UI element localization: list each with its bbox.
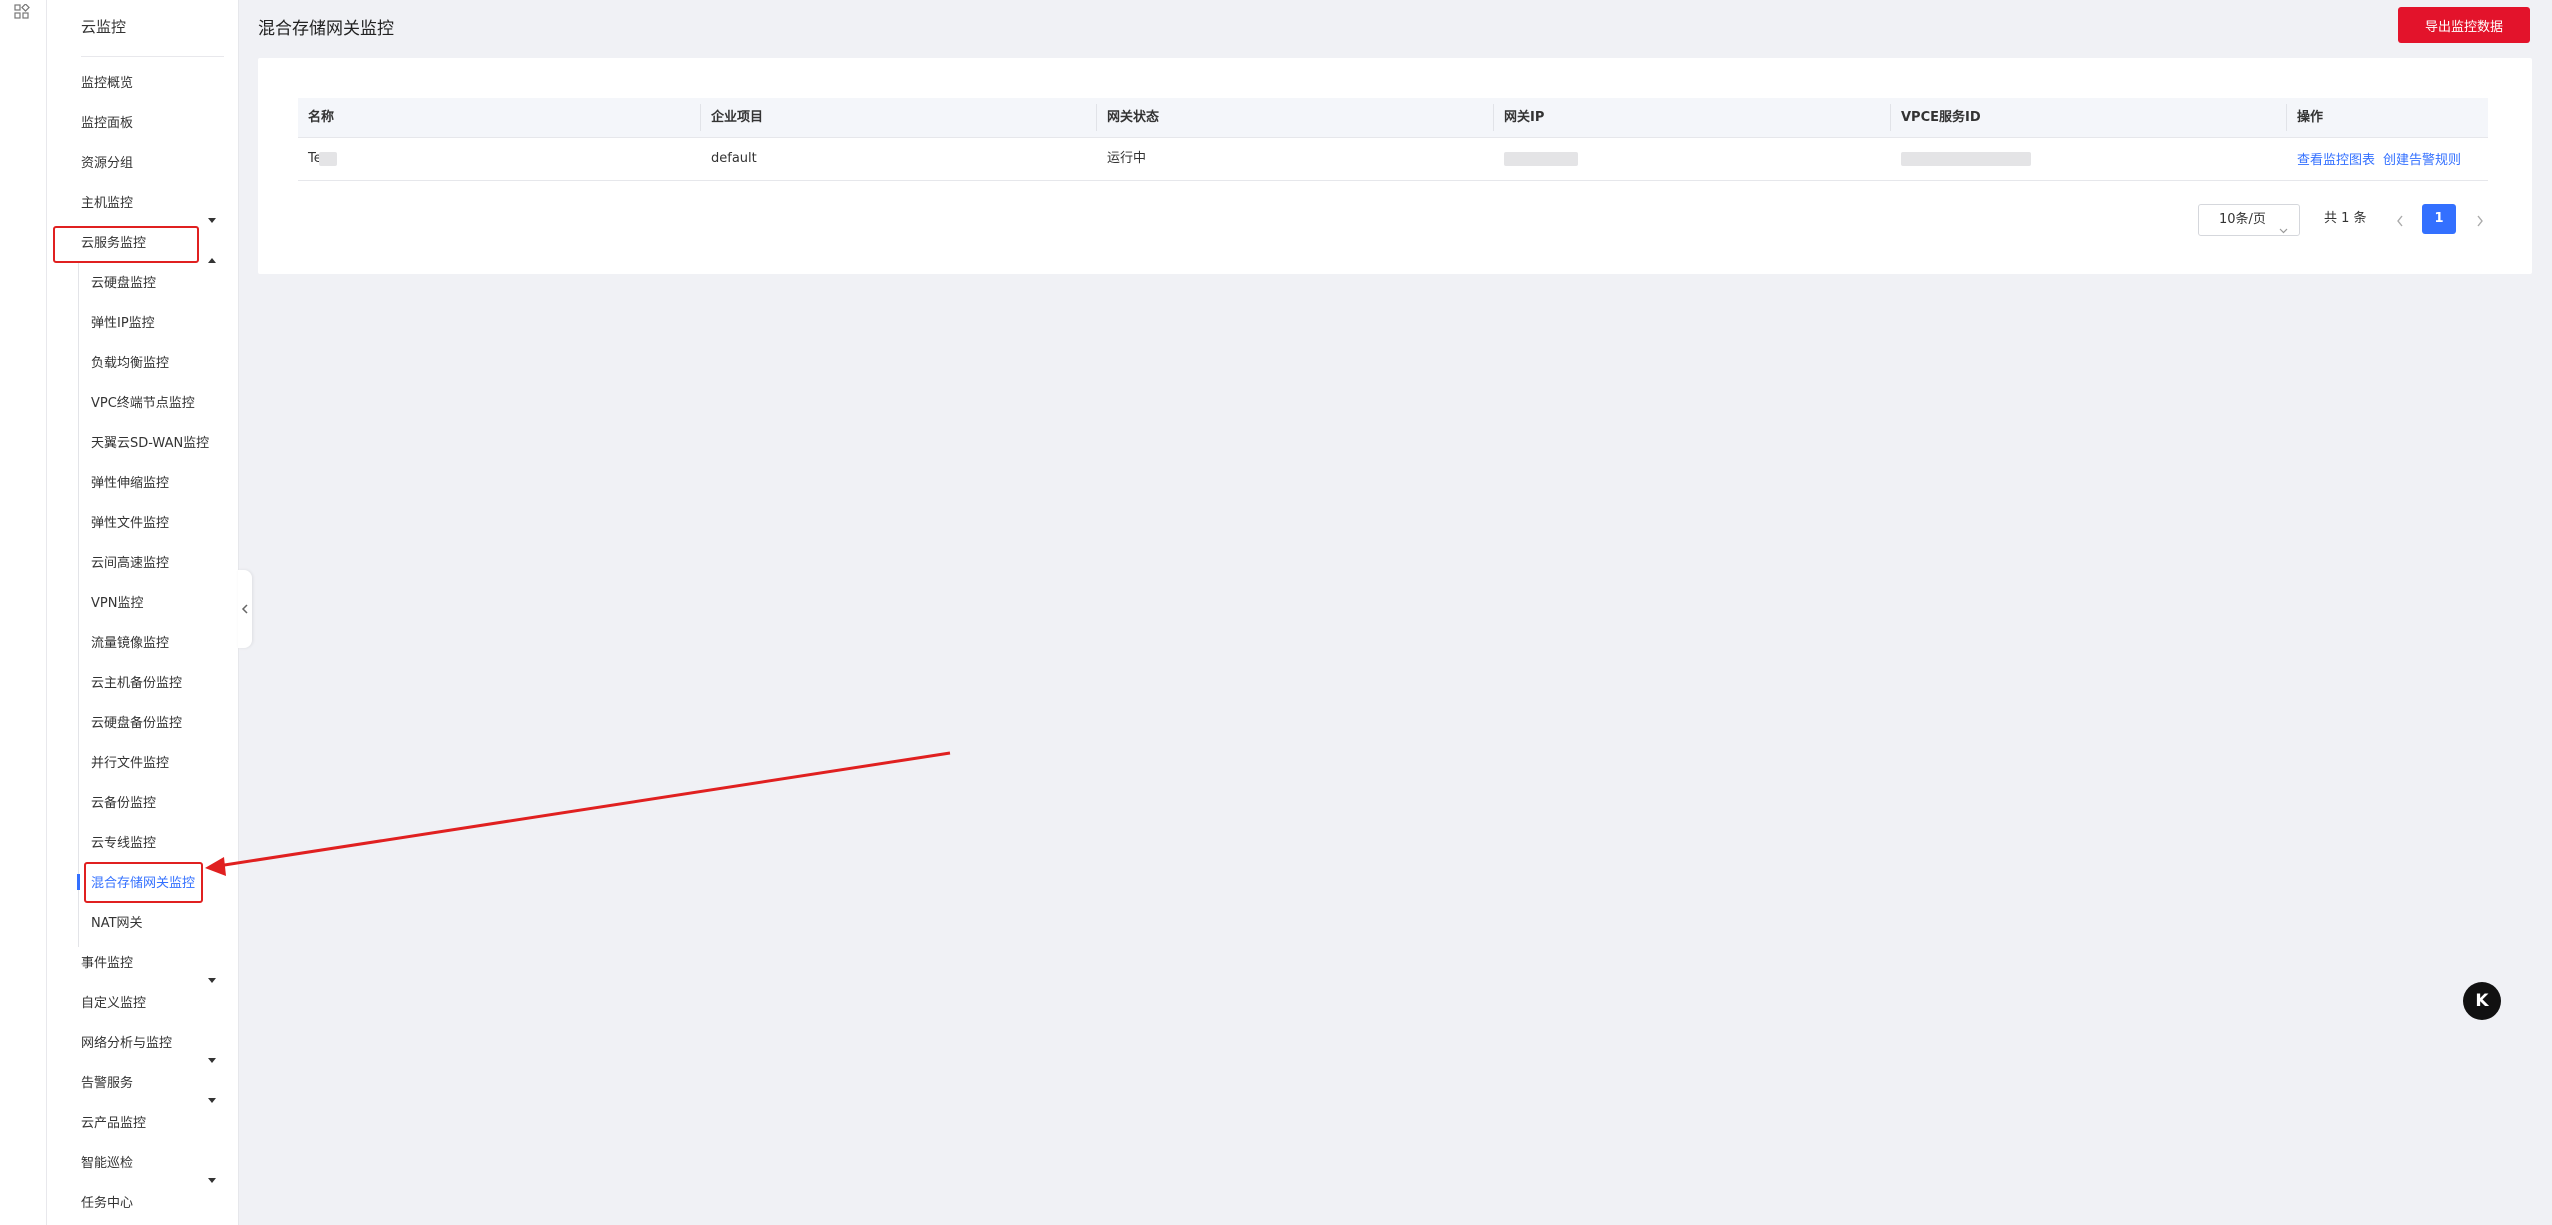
sidebar-subitem-label: 弹性伸缩监控 (91, 476, 170, 491)
sidebar-subitem-parallel-file[interactable]: 并行文件监控 (47, 744, 238, 784)
sidebar-subitem-label: VPN监控 (91, 596, 144, 611)
content-card: 名称 企业项目 网关状态 网关IP VPCE服务ID 操作 Te default… (258, 58, 2532, 274)
redacted-text (319, 152, 337, 166)
sidebar-item-label: 监控面板 (81, 116, 134, 131)
sidebar-subitem-traffic-mirror[interactable]: 流量镜像监控 (47, 624, 238, 664)
sidebar-item-label: 网络分析与监控 (81, 1036, 173, 1051)
page-title: 混合存储网关监控 (258, 19, 394, 39)
sidebar-item-custom-monitoring[interactable]: 自定义监控 (47, 984, 238, 1024)
sidebar-subitem-label: NAT网关 (91, 916, 143, 931)
sidebar-subitem-label: 流量镜像监控 (91, 636, 170, 651)
sidebar-subitem-sfs[interactable]: 弹性文件监控 (47, 504, 238, 544)
sidebar-subitem-label: 天翼云SD-WAN监控 (91, 436, 210, 451)
sidebar-item-smart-inspection[interactable]: 智能巡检 (47, 1144, 238, 1184)
cell-status: 运行中 (1107, 151, 1147, 166)
sidebar-subitem-label: 云硬盘备份监控 (91, 716, 183, 731)
pagination-total: 共 1 条 (2324, 211, 2367, 226)
chevron-left-icon[interactable] (2396, 212, 2404, 231)
chevron-left-icon (241, 604, 248, 614)
sidebar-subitem-label: 云硬盘监控 (91, 276, 157, 291)
sidebar-item-resource-groups[interactable]: 资源分组 (47, 144, 238, 184)
table-header: 名称 企业项目 网关状态 网关IP VPCE服务ID 操作 (298, 98, 2488, 138)
sidebar-item-label: 告警服务 (81, 1076, 134, 1091)
cell-project: default (711, 151, 757, 166)
sidebar-subitem-label: 弹性IP监控 (91, 316, 155, 331)
sidebar-item-cloud-product-monitoring[interactable]: 云产品监控 (47, 1104, 238, 1144)
sidebar-subitem-label: 云备份监控 (91, 796, 157, 811)
sidebar-title: 云监控 (81, 18, 127, 36)
sidebar-item-label: 主机监控 (81, 196, 134, 211)
apps-grid-icon[interactable] (14, 3, 30, 24)
sidebar-collapse-handle[interactable] (238, 570, 252, 648)
sidebar-item-dashboard[interactable]: 监控面板 (47, 104, 238, 144)
redacted-vpce-id (1901, 152, 2031, 166)
sidebar-item-label: 任务中心 (81, 1196, 134, 1211)
sidebar-subitem-direct-connect[interactable]: 云专线监控 (47, 824, 238, 864)
column-header-vpce-id: VPCE服务ID (1901, 110, 1981, 125)
sidebar-subitem-label: VPC终端节点监控 (91, 396, 195, 411)
pagination-current-page[interactable]: 1 (2422, 204, 2456, 234)
column-header-gateway-ip: 网关IP (1504, 110, 1545, 125)
create-alarm-rule-link[interactable]: 创建告警规则 (2383, 138, 2461, 184)
sidebar-subitem-auto-scaling[interactable]: 弹性伸缩监控 (47, 464, 238, 504)
sidebar-subitem-label: 云专线监控 (91, 836, 157, 851)
sidebar-item-alarm-service[interactable]: 告警服务 (47, 1064, 238, 1104)
chevron-right-icon[interactable] (2476, 212, 2484, 231)
sidebar-item-event-monitoring[interactable]: 事件监控 (47, 944, 238, 984)
sidebar-item-label: 自定义监控 (81, 996, 147, 1011)
column-header-name: 名称 (308, 110, 335, 125)
app-rail (0, 0, 47, 1225)
sidebar-subitem-vpc-endpoint[interactable]: VPC终端节点监控 (47, 384, 238, 424)
sidebar-item-overview[interactable]: 监控概览 (47, 64, 238, 104)
sidebar-subitem-label: 云主机备份监控 (91, 676, 183, 691)
export-monitoring-data-button[interactable]: 导出监控数据 (2398, 7, 2530, 43)
sidebar-subitem-ecs-backup[interactable]: 云主机备份监控 (47, 664, 238, 704)
sidebar-item-label: 事件监控 (81, 956, 134, 971)
sidebar-subitem-label: 负载均衡监控 (91, 356, 170, 371)
floating-assistant-button[interactable]: K (2463, 982, 2501, 1020)
sidebar-subitem-nat-gateway[interactable]: NAT网关 (47, 904, 238, 944)
sidebar-divider (81, 56, 224, 57)
sidebar-subitem-eip[interactable]: 弹性IP监控 (47, 304, 238, 344)
sidebar-item-network-analysis[interactable]: 网络分析与监控 (47, 1024, 238, 1064)
annotation-highlight-box (53, 226, 199, 263)
sidebar-item-label: 云产品监控 (81, 1116, 147, 1131)
sidebar-subitem-evs-backup[interactable]: 云硬盘备份监控 (47, 704, 238, 744)
annotation-highlight-box (84, 862, 203, 903)
sidebar-item-label: 监控概览 (81, 76, 134, 91)
redacted-gateway-ip (1504, 152, 1578, 166)
page-size-value: 10条/页 (2219, 212, 2266, 227)
sidebar-subitem-sdwan[interactable]: 天翼云SD-WAN监控 (47, 424, 238, 464)
sidebar-subitem-label: 云间高速监控 (91, 556, 170, 571)
sidebar-subitem-cloud-backup[interactable]: 云备份监控 (47, 784, 238, 824)
sidebar-subitem-label: 并行文件监控 (91, 756, 170, 771)
sidebar-subitem-cloud-connect[interactable]: 云间高速监控 (47, 544, 238, 584)
sidebar-item-label: 资源分组 (81, 156, 134, 171)
sidebar-subitem-elb[interactable]: 负载均衡监控 (47, 344, 238, 384)
sidebar-item-host-monitoring[interactable]: 主机监控 (47, 184, 238, 224)
sidebar-subitem-evs[interactable]: 云硬盘监控 (47, 264, 238, 304)
chevron-down-icon (2279, 216, 2288, 246)
sidebar: 云监控 监控概览 监控面板 资源分组 主机监控 云服务监控 云硬盘监控 弹性IP… (47, 0, 239, 1225)
sidebar-item-task-center[interactable]: 任务中心 (47, 1184, 238, 1224)
sidebar-subitem-label: 弹性文件监控 (91, 516, 170, 531)
column-header-actions: 操作 (2297, 110, 2324, 125)
sidebar-subitem-vpn[interactable]: VPN监控 (47, 584, 238, 624)
column-header-status: 网关状态 (1107, 110, 1160, 125)
sidebar-item-label: 智能巡检 (81, 1156, 134, 1171)
view-monitoring-chart-link[interactable]: 查看监控图表 (2297, 138, 2375, 184)
table-row: Te default 运行中 查看监控图表 创建告警规则 (298, 138, 2488, 181)
column-header-project: 企业项目 (711, 110, 764, 125)
page-size-select[interactable]: 10条/页 (2198, 204, 2300, 236)
